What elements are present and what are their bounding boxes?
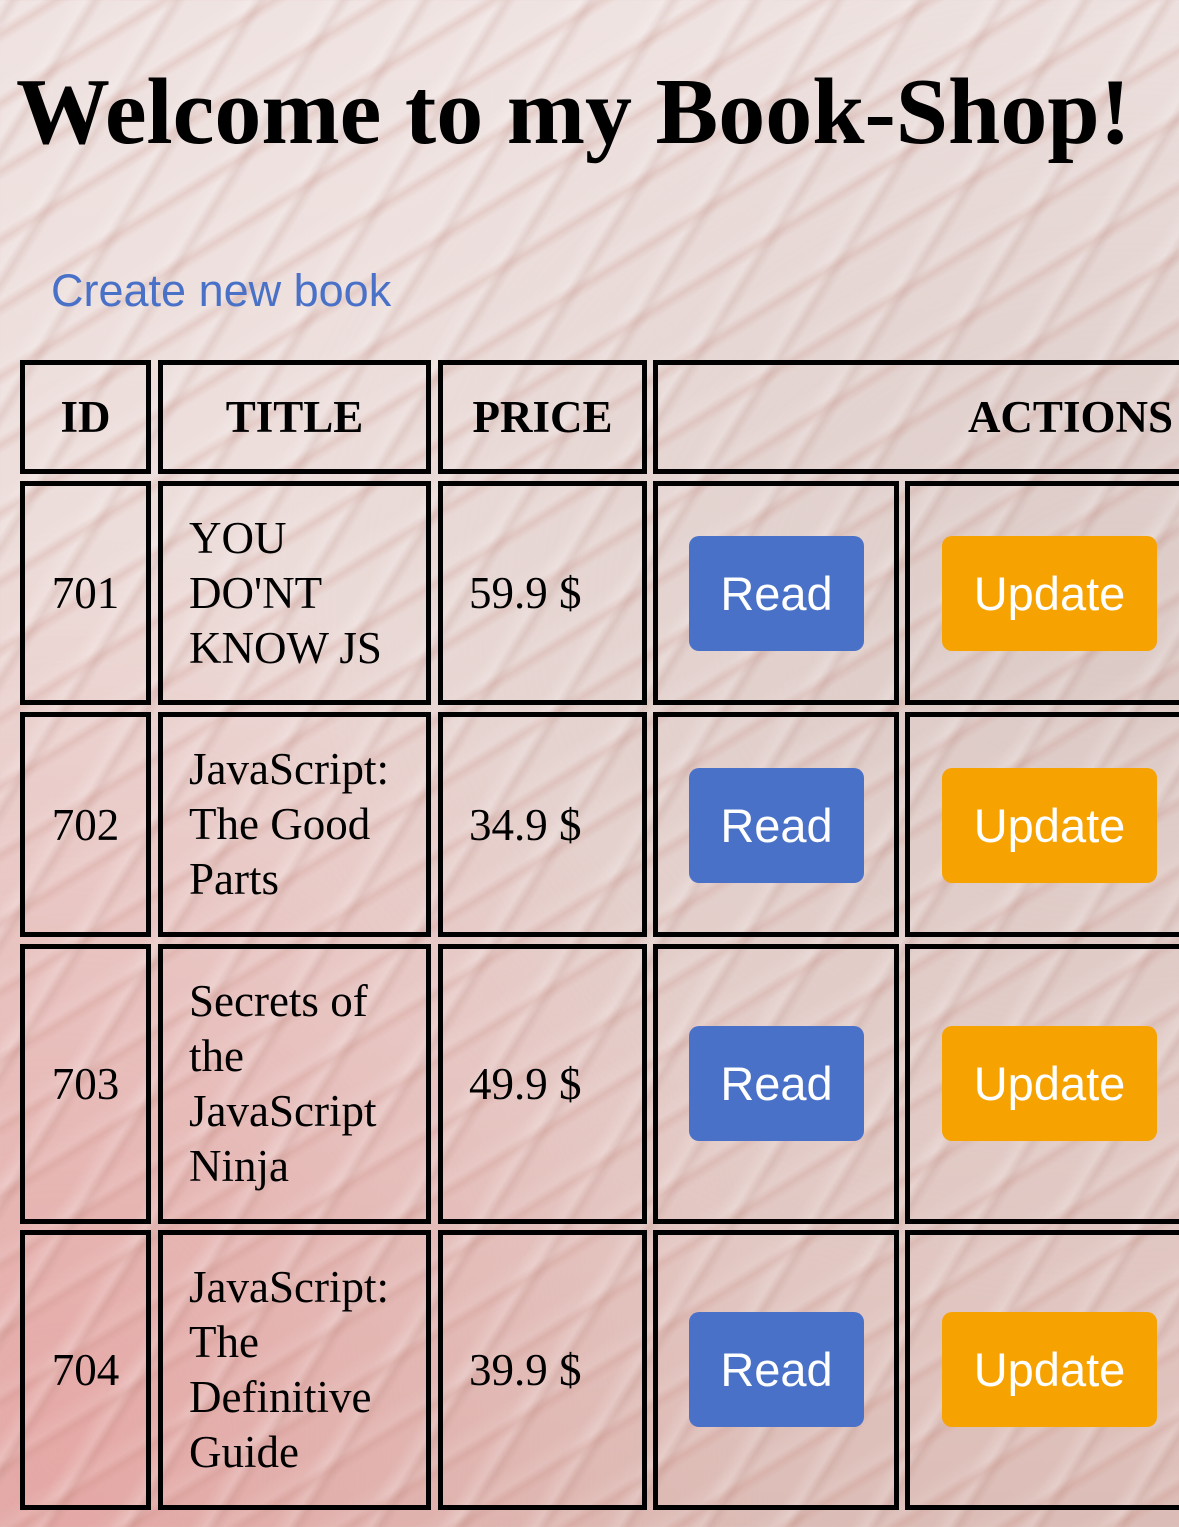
book-title: YOU DO'NT KNOW JS [158, 481, 431, 705]
header-title: TITLE [158, 360, 431, 474]
book-id: 703 [20, 944, 151, 1224]
read-button[interactable]: Read [689, 1026, 864, 1141]
book-price: 39.9 $ [438, 1230, 647, 1510]
create-book-link[interactable]: Create new book [51, 264, 391, 318]
book-price: 59.9 $ [438, 481, 647, 705]
book-id: 702 [20, 712, 151, 937]
read-button[interactable]: Read [689, 768, 864, 883]
read-button[interactable]: Read [689, 536, 864, 651]
book-title: JavaScript: The Good Parts [158, 712, 431, 937]
read-button[interactable]: Read [689, 1312, 864, 1427]
book-id: 701 [20, 481, 151, 705]
update-button[interactable]: Update [942, 536, 1157, 651]
book-price: 34.9 $ [438, 712, 647, 937]
book-id: 704 [20, 1230, 151, 1510]
book-title: Secrets of the JavaScript Ninja [158, 944, 431, 1224]
update-button[interactable]: Update [942, 1312, 1157, 1427]
header-id: ID [20, 360, 151, 474]
update-button[interactable]: Update [942, 1026, 1157, 1141]
header-actions: ACTIONS [653, 360, 1179, 474]
book-price: 49.9 $ [438, 944, 647, 1224]
page-title: Welcome to my Book-Shop! [16, 60, 1131, 164]
update-button[interactable]: Update [942, 768, 1157, 883]
header-price: PRICE [438, 360, 647, 474]
book-title: JavaScript: The Definitive Guide [158, 1230, 431, 1510]
